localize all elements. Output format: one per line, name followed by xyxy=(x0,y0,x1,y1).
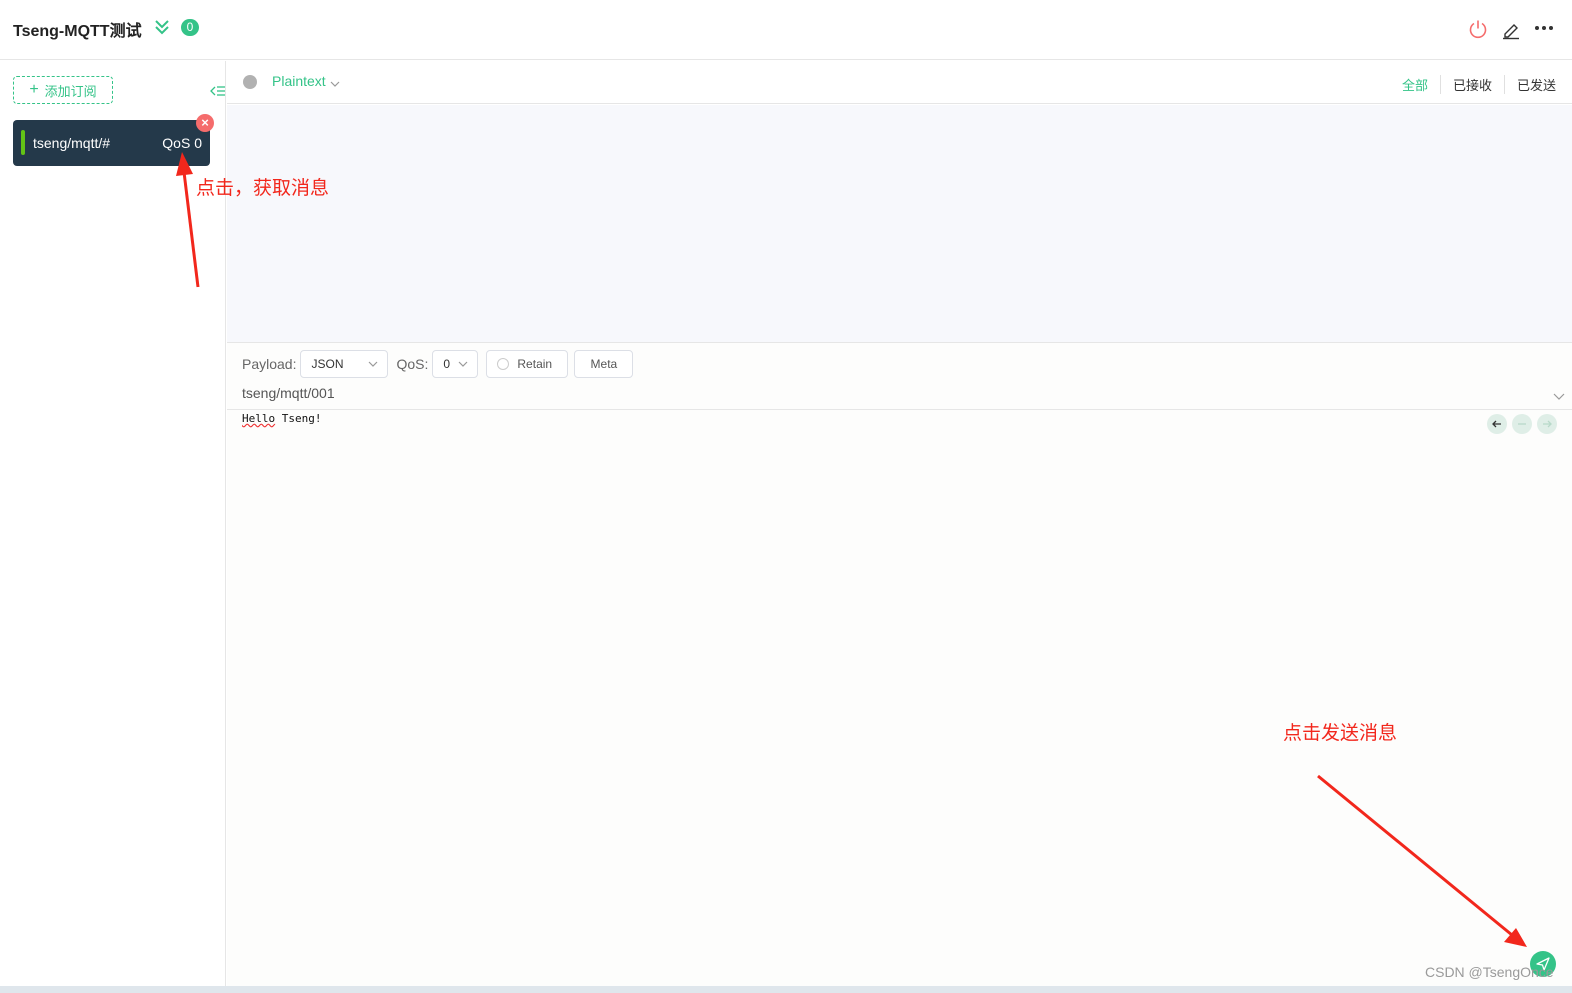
retain-label: Retain xyxy=(517,357,553,371)
qos-value: 0 xyxy=(443,357,451,371)
meta-label: Meta xyxy=(590,357,618,371)
watermark: CSDN @TsengOnce xyxy=(1425,964,1554,980)
plus-icon: + xyxy=(29,81,39,98)
message-filter-bar: Plaintext 全部 已接收 已发送 xyxy=(227,61,1572,104)
subscription-topic: tseng/mqtt/# xyxy=(33,135,111,151)
subscription-qos: QoS 0 xyxy=(162,135,202,151)
double-chevron-down-icon[interactable] xyxy=(152,17,172,37)
filter-all[interactable]: 全部 xyxy=(1390,75,1440,94)
add-subscription-button[interactable]: + 添加订阅 xyxy=(13,76,113,104)
publish-options: Payload: JSON QoS: 0 Retain Meta xyxy=(242,350,639,378)
subscription-color-bar xyxy=(21,130,25,155)
annotation-subscribe-note: 点击，获取消息 xyxy=(196,178,330,199)
payload-word: Hello xyxy=(242,412,276,425)
qos-label: QoS: xyxy=(396,356,429,372)
subscription-sidebar: + 添加订阅 tseng/mqtt/# QoS 0 xyxy=(0,61,226,986)
chevron-down-icon xyxy=(369,361,378,367)
message-list[interactable] xyxy=(227,105,1572,342)
arrow-right-icon xyxy=(1543,420,1552,428)
message-filter-tabs: 全部 已接收 已发送 xyxy=(1390,75,1556,94)
divider xyxy=(227,409,1572,410)
power-icon xyxy=(1469,20,1487,39)
retain-toggle[interactable]: Retain xyxy=(486,350,569,378)
history-next-button[interactable] xyxy=(1537,414,1557,434)
chevron-down-icon[interactable] xyxy=(329,77,341,89)
filter-sent[interactable]: 已发送 xyxy=(1503,75,1556,94)
payload-label: Payload: xyxy=(242,356,297,372)
meta-button[interactable]: Meta xyxy=(574,350,634,378)
chevron-down-icon xyxy=(458,361,468,367)
arrow-left-icon xyxy=(1492,420,1501,428)
connection-header: Tseng-MQTT测试 0 xyxy=(0,0,1572,60)
bottom-strip xyxy=(0,986,1572,993)
edit-button[interactable] xyxy=(1500,18,1522,40)
pencil-icon xyxy=(1503,24,1519,40)
history-prev-button[interactable] xyxy=(1487,414,1507,434)
payload-editor[interactable]: Hello Tseng! xyxy=(242,412,321,425)
radio-icon xyxy=(497,358,510,370)
publish-panel: Payload: JSON QoS: 0 Retain Meta tseng/m… xyxy=(227,342,1572,986)
message-count-badge: 0 xyxy=(181,19,199,36)
chevron-down-icon[interactable] xyxy=(1552,389,1566,403)
publish-topic-input[interactable]: tseng/mqtt/001 xyxy=(242,385,335,401)
subscription-item[interactable]: tseng/mqtt/# QoS 0 xyxy=(13,120,210,166)
collapse-sidebar-icon[interactable] xyxy=(209,83,225,99)
payload-type-select[interactable]: JSON xyxy=(300,350,389,378)
connection-title: Tseng-MQTT测试 xyxy=(13,23,142,40)
payload-rest: Tseng! xyxy=(275,412,322,425)
status-dot xyxy=(243,75,257,89)
more-button[interactable] xyxy=(1533,18,1555,40)
disconnect-button[interactable] xyxy=(1467,18,1489,40)
message-format-select[interactable]: Plaintext xyxy=(272,73,326,89)
filter-received[interactable]: 已接收 xyxy=(1439,75,1504,94)
unsubscribe-close-icon[interactable]: × xyxy=(196,114,214,132)
minus-icon xyxy=(1518,423,1526,425)
annotation-send-note: 点击发送消息 xyxy=(1283,723,1398,744)
more-dots-icon xyxy=(1535,26,1553,30)
add-subscription-label: 添加订阅 xyxy=(44,83,97,99)
payload-type-value: JSON xyxy=(311,357,344,371)
qos-select[interactable]: 0 xyxy=(432,350,479,378)
history-clear-button[interactable] xyxy=(1512,414,1532,434)
